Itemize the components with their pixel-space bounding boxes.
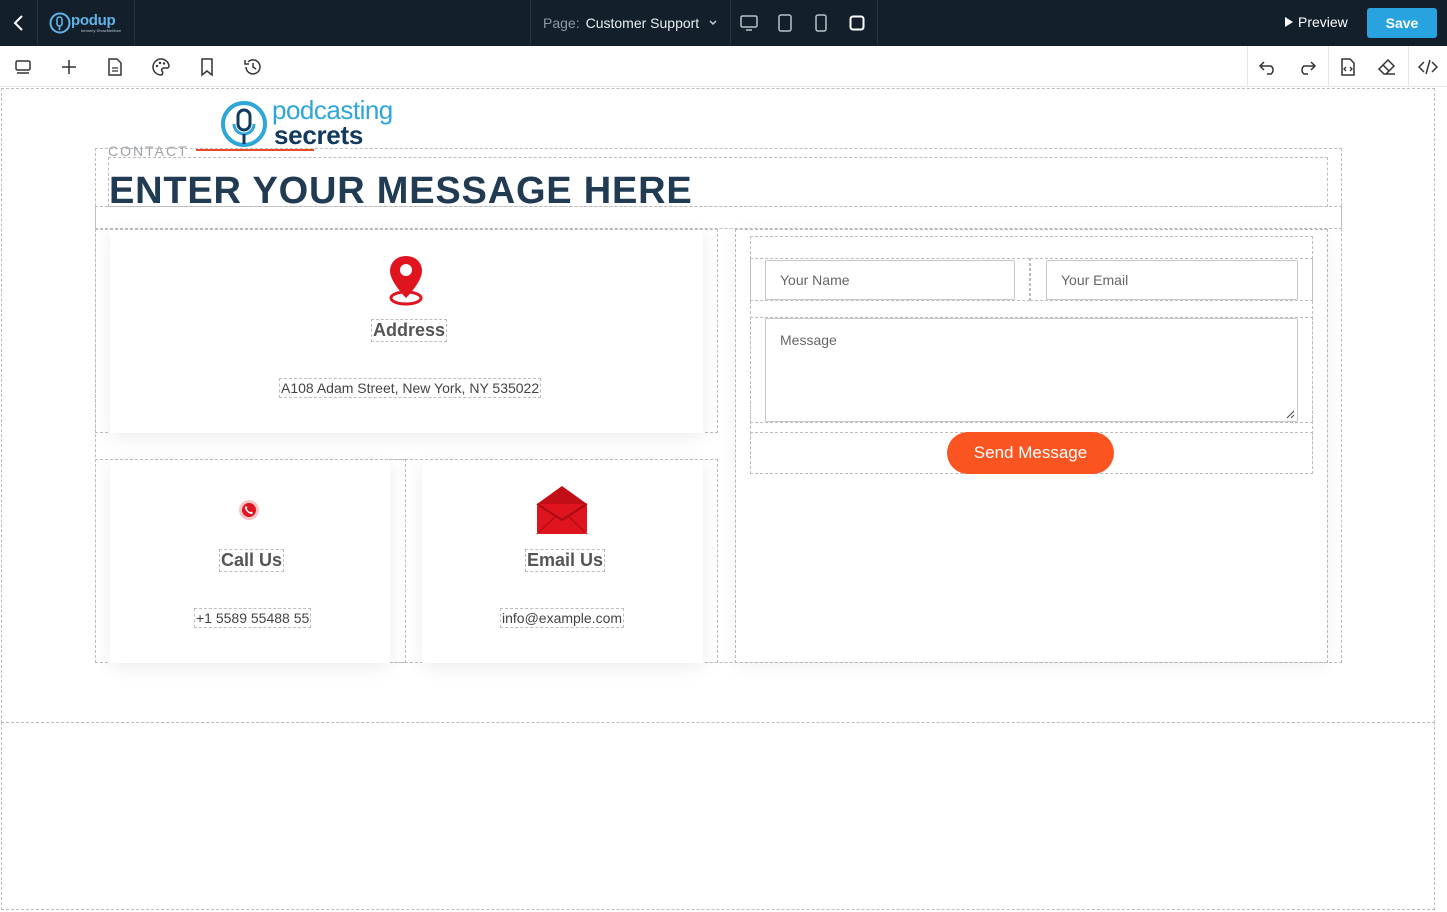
tablet-landscape-view-button[interactable] — [767, 0, 803, 46]
page-selector-label: Page: — [543, 15, 580, 31]
send-message-button[interactable]: Send Message — [947, 432, 1114, 474]
envelope-icon — [536, 486, 588, 535]
app-logo[interactable]: podup formerly ShowMeMore — [38, 0, 135, 46]
resize-handle-icon[interactable] — [1285, 409, 1295, 419]
email-title: Email Us — [525, 549, 606, 572]
brand-line-1: podcasting — [272, 95, 393, 125]
top-bar: podup formerly ShowMeMore Page: Customer… — [0, 0, 1447, 46]
email-text: info@example.com — [500, 608, 625, 628]
desktop-icon — [740, 15, 758, 31]
history-button[interactable] — [233, 46, 273, 87]
code-icon — [1418, 59, 1438, 74]
call-card[interactable]: Call Us +1 5589 55488 55 — [110, 460, 390, 663]
empty-section-outline — [1, 722, 1435, 910]
brand-logo[interactable]: podcasting secrets — [220, 95, 393, 150]
name-input[interactable]: Your Name — [765, 260, 1015, 300]
mobile-icon — [815, 14, 827, 32]
email-card[interactable]: Email Us info@example.com — [422, 460, 703, 663]
saved-blocks-button[interactable] — [187, 46, 227, 87]
palette-icon — [152, 57, 170, 76]
address-title: Address — [371, 319, 448, 342]
bookmark-icon — [201, 57, 213, 77]
view-code-button[interactable] — [1408, 46, 1447, 87]
pages-button[interactable] — [95, 46, 135, 87]
layers-icon — [15, 59, 31, 74]
phone-icon — [239, 500, 259, 520]
undo-icon — [1258, 60, 1274, 75]
logo-subtext: formerly ShowMeMore — [81, 28, 122, 33]
message-textarea[interactable]: Message — [765, 318, 1298, 422]
export-code-button[interactable] — [1328, 46, 1368, 87]
call-title: Call Us — [219, 549, 285, 572]
message-placeholder: Message — [780, 332, 837, 348]
eyebrow-divider — [196, 149, 314, 151]
editor-toolbar — [0, 46, 1447, 87]
desktop-view-button[interactable] — [731, 0, 767, 46]
brand-line-2: secrets — [274, 119, 363, 150]
section-eyebrow: CONTACT — [108, 143, 189, 159]
page-selector-value: Customer Support — [585, 15, 700, 31]
theme-button[interactable] — [141, 46, 181, 87]
device-switcher — [731, 0, 878, 46]
gutter-outline — [389, 459, 406, 663]
email-input[interactable]: Your Email — [1046, 260, 1298, 300]
preview-label: Preview — [1298, 14, 1348, 30]
tablet-icon — [778, 14, 792, 32]
address-card[interactable]: Address A108 Adam Street, New York, NY 5… — [110, 230, 703, 433]
code-file-icon — [1341, 57, 1355, 76]
add-icon — [62, 59, 76, 74]
preview-button[interactable]: Preview — [1284, 14, 1348, 30]
layers-button[interactable] — [3, 46, 43, 87]
add-element-button[interactable] — [49, 46, 89, 87]
redo-button[interactable] — [1287, 46, 1327, 87]
play-icon — [1285, 17, 1293, 27]
podup-logo-icon — [49, 12, 71, 34]
mobile-view-button[interactable] — [839, 0, 875, 46]
microphone-logo-icon — [221, 101, 267, 147]
redo-icon — [1301, 60, 1317, 75]
call-text: +1 5589 55488 55 — [194, 608, 312, 628]
save-button[interactable]: Save — [1367, 8, 1437, 38]
undo-button[interactable] — [1248, 46, 1288, 87]
location-pin-icon — [389, 256, 423, 306]
chevron-left-icon — [13, 15, 23, 31]
chevron-down-icon — [709, 20, 717, 26]
tablet-portrait-view-button[interactable] — [803, 0, 839, 46]
page-selector[interactable]: Page: Customer Support — [530, 0, 731, 46]
logo-text: podup — [71, 12, 116, 29]
mobile-active-icon — [849, 15, 865, 31]
clear-canvas-button[interactable] — [1367, 46, 1407, 87]
address-text: A108 Adam Street, New York, NY 535022 — [279, 378, 542, 398]
eraser-icon — [1377, 58, 1396, 75]
page-icon — [108, 57, 122, 76]
history-icon — [244, 58, 261, 75]
section-heading[interactable]: ENTER YOUR MESSAGE HERE — [109, 170, 693, 213]
back-button[interactable] — [0, 0, 38, 46]
